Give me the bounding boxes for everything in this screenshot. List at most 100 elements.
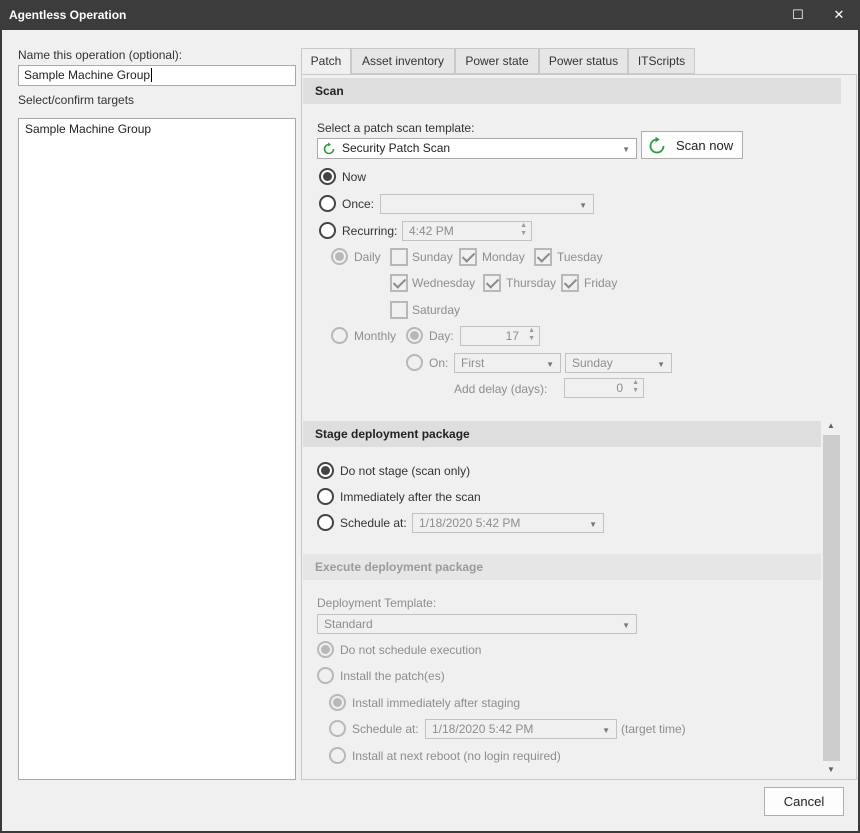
checkbox-friday (561, 274, 579, 292)
checkbox-saturday-label: Saturday (412, 303, 461, 317)
radio-monthly-label: Monthly (354, 329, 397, 343)
scroll-down-icon[interactable]: ▼ (827, 765, 835, 774)
once-datetime-select: ▼ (380, 194, 594, 214)
on-weekday-value: Sunday (572, 356, 613, 370)
radio-install-schedule (329, 720, 346, 737)
checkbox-wednesday (390, 274, 408, 292)
radio-next-reboot-label: Install at next reboot (no login require… (352, 749, 561, 763)
checkbox-monday-label: Monday (482, 250, 525, 264)
chevron-down-icon: ▼ (657, 360, 665, 369)
deployment-template-value: Standard (324, 617, 373, 631)
radio-on-label: On: (429, 356, 449, 370)
radio-install-patches-label: Install the patch(es) (340, 669, 445, 683)
radio-day-label: Day: (429, 329, 454, 343)
checkbox-sunday (390, 248, 408, 266)
radio-monthly (331, 327, 348, 344)
radio-immediately[interactable] (317, 488, 334, 505)
checkbox-saturday (390, 301, 408, 319)
radio-install-immediately (329, 694, 346, 711)
tab-power-status[interactable]: Power status (539, 48, 628, 74)
chevron-down-icon: ▼ (589, 520, 597, 529)
refresh-icon (649, 136, 665, 154)
title-bar: Agentless Operation ☐ ✕ (0, 0, 860, 30)
scan-now-label: Scan now (676, 138, 734, 153)
dialog-body: Name this operation (optional): Sample M… (2, 30, 858, 831)
list-item[interactable]: Sample Machine Group (25, 122, 151, 136)
chevron-down-icon: ▼ (602, 726, 610, 735)
radio-do-not-stage[interactable] (317, 462, 334, 479)
targets-list[interactable]: Sample Machine Group (18, 118, 296, 780)
radio-recurring-label: Recurring: (342, 224, 398, 238)
stage-schedule-datetime: 1/18/2020 5:42 PM ▼ (412, 513, 604, 533)
name-input-value: Sample Machine Group (24, 68, 151, 82)
scrollbar[interactable]: ▲ ▼ (823, 421, 840, 779)
spinner-icon: ▲ ▼ (528, 327, 535, 342)
checkbox-monday (459, 248, 477, 266)
scan-template-label: Select a patch scan template: (317, 121, 475, 135)
radio-immediately-label: Immediately after the scan (340, 490, 481, 504)
spinner-icon: ▲ ▼ (520, 222, 527, 237)
checkbox-wednesday-label: Wednesday (412, 276, 476, 290)
on-ordinal-select: First ▼ (454, 353, 561, 373)
radio-do-not-stage-label: Do not stage (scan only) (340, 464, 471, 478)
scroll-up-icon[interactable]: ▲ (827, 421, 835, 430)
checkbox-tuesday (534, 248, 552, 266)
scan-template-select[interactable]: Security Patch Scan ▼ (317, 138, 637, 159)
stage-schedule-value: 1/18/2020 5:42 PM (419, 516, 521, 530)
window-title: Agentless Operation (9, 8, 127, 22)
tab-power-state[interactable]: Power state (455, 48, 539, 74)
name-input[interactable]: Sample Machine Group (18, 65, 296, 86)
tab-asset-inventory[interactable]: Asset inventory (351, 48, 455, 74)
radio-do-not-schedule-label: Do not schedule execution (340, 643, 482, 657)
radio-do-not-schedule (317, 641, 334, 658)
chevron-down-icon: ▼ (579, 201, 587, 210)
scan-template-value: Security Patch Scan (342, 141, 451, 155)
radio-now[interactable] (319, 168, 336, 185)
checkbox-friday-label: Friday (584, 276, 618, 290)
targets-label: Select/confirm targets (18, 93, 135, 107)
patch-tab-panel: Scan Select a patch scan template: Secur… (301, 74, 857, 780)
radio-day (406, 327, 423, 344)
scan-section-header: Scan (303, 78, 841, 104)
on-ordinal-value: First (461, 356, 485, 370)
radio-daily (331, 248, 348, 265)
maximize-icon[interactable]: ☐ (788, 5, 808, 25)
checkbox-sunday-label: Sunday (412, 250, 453, 264)
target-time-label: (target time) (621, 722, 686, 736)
deployment-template-select: Standard ▼ (317, 614, 637, 634)
tab-itscripts[interactable]: ITScripts (628, 48, 695, 74)
delay-value: 0 (616, 381, 623, 395)
radio-install-patches (317, 667, 334, 684)
radio-once[interactable] (319, 195, 336, 212)
chevron-down-icon: ▼ (622, 145, 630, 154)
install-schedule-datetime: 1/18/2020 5:42 PM ▼ (425, 719, 617, 739)
close-icon[interactable]: ✕ (829, 5, 849, 25)
checkbox-tuesday-label: Tuesday (557, 250, 603, 264)
checkbox-thursday (483, 274, 501, 292)
scrollbar-thumb[interactable] (823, 435, 840, 761)
radio-on (406, 354, 423, 371)
radio-daily-label: Daily (354, 250, 381, 264)
name-label: Name this operation (optional): (18, 48, 183, 62)
scan-now-button[interactable]: Scan now (641, 131, 743, 159)
chevron-down-icon: ▼ (622, 621, 630, 630)
stage-section-header: Stage deployment package (303, 421, 821, 447)
radio-install-immediately-label: Install immediately after staging (352, 696, 521, 710)
radio-once-label: Once: (342, 197, 375, 211)
chevron-down-icon: ▼ (546, 360, 554, 369)
install-schedule-value: 1/18/2020 5:42 PM (432, 722, 534, 736)
radio-now-label: Now (342, 170, 367, 184)
radio-stage-schedule-label: Schedule at: (340, 516, 407, 530)
radio-stage-schedule[interactable] (317, 514, 334, 531)
spinner-icon: ▲ ▼ (632, 379, 639, 394)
cancel-button[interactable]: Cancel (764, 787, 844, 816)
execute-section-header: Execute deployment package (303, 554, 821, 580)
deployment-template-label: Deployment Template: (317, 596, 437, 610)
radio-install-schedule-label: Schedule at: (352, 722, 419, 736)
delay-label: Add delay (days): (454, 382, 548, 396)
tab-patch[interactable]: Patch (301, 48, 351, 75)
refresh-icon (323, 142, 335, 155)
radio-recurring[interactable] (319, 222, 336, 239)
radio-next-reboot (329, 747, 346, 764)
recurring-time-value: 4:42 PM (409, 224, 454, 238)
